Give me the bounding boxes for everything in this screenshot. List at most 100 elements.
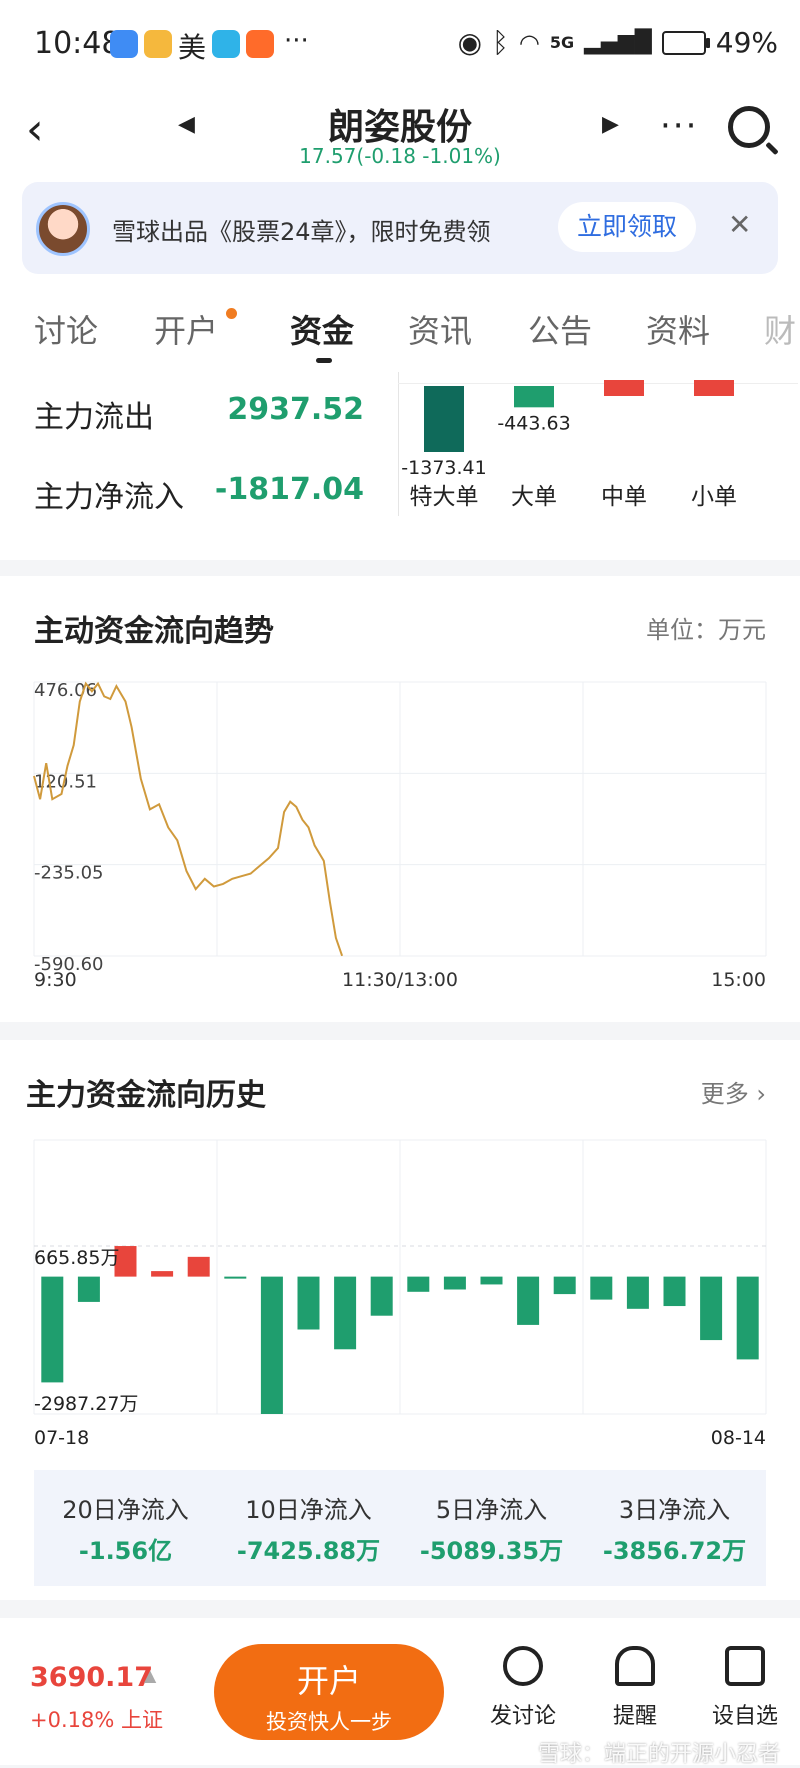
history-bar xyxy=(151,1271,174,1277)
tab-finance[interactable]: 财 xyxy=(764,306,796,352)
bell-icon xyxy=(615,1646,655,1686)
x-tick-label: 07-18 xyxy=(34,1427,89,1449)
stat-20d: 20日净流入 -1.56亿 xyxy=(34,1490,217,1566)
history-bar xyxy=(260,1276,283,1414)
weather-app-icon xyxy=(144,30,172,58)
wifi-icon: ◠ xyxy=(518,28,540,57)
stat-value: -7425.88万 xyxy=(236,1537,381,1565)
history-bar xyxy=(370,1276,393,1316)
order-bar xyxy=(604,380,644,396)
promo-area: 雪球出品《股票24章》，限时免费领 立即领取 ✕ xyxy=(0,182,800,282)
post-label: 发讨论 xyxy=(489,1704,556,1729)
order-category-label: 小单 xyxy=(691,484,737,510)
history-bar xyxy=(334,1276,357,1350)
history-bar xyxy=(297,1276,320,1330)
order-bar xyxy=(514,386,554,408)
promo-text: 雪球出品《股票24章》，限时免费领 xyxy=(112,218,491,246)
more-notifications-icon: ··· xyxy=(284,26,309,56)
status-bar: 10:48 美 ··· ◉ ᛒ ◠ 5G ▂▄▆█ 49% xyxy=(0,0,800,92)
history-section: 主力资金流向历史 更多 › 665.85万 -2987.27万 07-18 08-14… xyxy=(0,1040,800,1600)
tab-announcements[interactable]: 公告 xyxy=(528,306,592,352)
search-icon[interactable] xyxy=(728,106,770,148)
stat-5d: 5日净流入 -5089.35万 xyxy=(400,1490,583,1566)
history-bar xyxy=(77,1276,100,1302)
next-stock-icon[interactable]: ▶ xyxy=(602,112,619,137)
network-label: 5G xyxy=(549,33,575,52)
message-app-icon xyxy=(110,30,138,58)
order-size-chart: -1373.41 特大单 -443.63 大单 中单 小单 xyxy=(398,380,798,510)
history-bar xyxy=(407,1276,430,1292)
chat-icon xyxy=(503,1646,543,1686)
post-discussion-button[interactable]: 发讨论 xyxy=(478,1646,568,1730)
fund-flow-summary: 主力流出 2937.52 主力净流入 -1817.04 -1373.41 特大单 -… xyxy=(0,372,800,560)
outflow-label: 主力流出 xyxy=(34,400,154,435)
open-account-sub: 投资快人一步 xyxy=(266,1710,392,1734)
order-category-label: 大单 xyxy=(511,484,557,510)
net-inflow-stats: 20日净流入 -1.56亿 10日净流入 -7425.88万 5日净流入 -50… xyxy=(34,1470,766,1586)
watchlist-label: 设自选 xyxy=(711,1704,778,1729)
history-bar xyxy=(41,1276,64,1383)
history-bar xyxy=(443,1276,466,1290)
stat-value: -5089.35万 xyxy=(419,1537,564,1565)
watermark: 雪球：端正的开源小忍者 xyxy=(537,1742,780,1767)
more-menu-icon[interactable]: ··· xyxy=(660,106,698,146)
promo-banner[interactable]: 雪球出品《股票24章》，限时免费领 立即领取 ✕ xyxy=(22,182,778,274)
history-bar xyxy=(187,1256,210,1277)
tab-funds[interactable]: 资金 xyxy=(290,306,354,352)
tab-news[interactable]: 资讯 xyxy=(408,306,472,352)
remind-button[interactable]: 提醒 xyxy=(590,1646,680,1730)
status-right: ◉ ᛒ ◠ 5G ▂▄▆█ 49% xyxy=(458,26,778,59)
stat-label: 5日净流入 xyxy=(435,1496,548,1524)
tab-discussion[interactable]: 讨论 xyxy=(34,306,98,352)
trend-line xyxy=(33,681,344,957)
triangle-up-icon: ▲ xyxy=(144,1666,157,1685)
history-chart: 665.85万 -2987.27万 07-18 08-14 xyxy=(33,1139,767,1449)
trend-chart: 476.06120.51-235.05-590.609:30 11:30/13:0… xyxy=(33,680,767,991)
order-bar xyxy=(424,386,464,452)
history-bar xyxy=(224,1276,247,1279)
order-value-label: -443.63 xyxy=(497,412,570,434)
x-tick-label: 08-14 xyxy=(711,1427,766,1449)
battery-level: 49% xyxy=(715,26,778,59)
history-bar xyxy=(700,1276,723,1341)
bluetooth-icon: ᛒ xyxy=(492,26,509,59)
eye-icon: ◉ xyxy=(457,26,483,59)
open-account-label: 开户 xyxy=(296,1662,361,1700)
order-bar xyxy=(694,380,734,396)
sport-app-icon xyxy=(246,30,274,58)
watchlist-icon xyxy=(725,1646,765,1686)
tab-open-account[interactable]: 开户 xyxy=(154,306,218,352)
add-watchlist-button[interactable]: 设自选 xyxy=(700,1646,790,1730)
meituan-icon: 美 xyxy=(178,31,207,64)
remind-label: 提醒 xyxy=(612,1704,657,1729)
close-icon[interactable]: ✕ xyxy=(728,208,751,241)
stat-label: 3日净流入 xyxy=(618,1496,731,1524)
x-tick-label: 9:30 xyxy=(34,969,77,991)
trend-section: 主动资金流向趋势 单位：万元 476.06 120.51 -235.05 -590.6… xyxy=(0,576,800,1022)
promo-claim-button[interactable]: 立即领取 xyxy=(558,202,696,252)
stat-10d: 10日净流入 -7425.88万 xyxy=(217,1490,400,1566)
avatar xyxy=(36,202,90,256)
y-tick-label: 476.06 xyxy=(34,680,97,701)
tab-profile[interactable]: 资料 xyxy=(646,306,710,352)
x-tick-label: 15:00 xyxy=(711,969,766,991)
stock-price-line: 17.57(-0.18 -1.01%) xyxy=(299,144,501,168)
active-tab-indicator xyxy=(316,358,332,363)
history-bar xyxy=(480,1276,503,1285)
history-bar xyxy=(553,1276,576,1295)
x-tick-label: 11:30/13:00 xyxy=(342,969,458,991)
book-app-icon xyxy=(212,30,240,58)
stat-label: 20日净流入 xyxy=(62,1496,189,1524)
open-account-button[interactable]: 开户 投资快人一步 xyxy=(214,1644,444,1740)
order-category-label: 中单 xyxy=(601,484,647,510)
outflow-value: 2937.52 xyxy=(227,392,364,427)
index-value[interactable]: 3690.17 xyxy=(30,1662,153,1693)
net-inflow-label: 主力净流入 xyxy=(34,480,184,515)
history-bar xyxy=(626,1276,649,1309)
index-change: +0.18% 上证 xyxy=(30,1708,163,1732)
net-inflow-value: -1817.04 xyxy=(214,472,364,507)
order-category-label: 特大单 xyxy=(410,484,479,510)
tab-bar: 讨论 开户 资金 资讯 公告 资料 财 xyxy=(0,282,800,372)
order-value-label: -1373.41 xyxy=(401,457,486,479)
status-time: 10:48 xyxy=(34,26,121,61)
